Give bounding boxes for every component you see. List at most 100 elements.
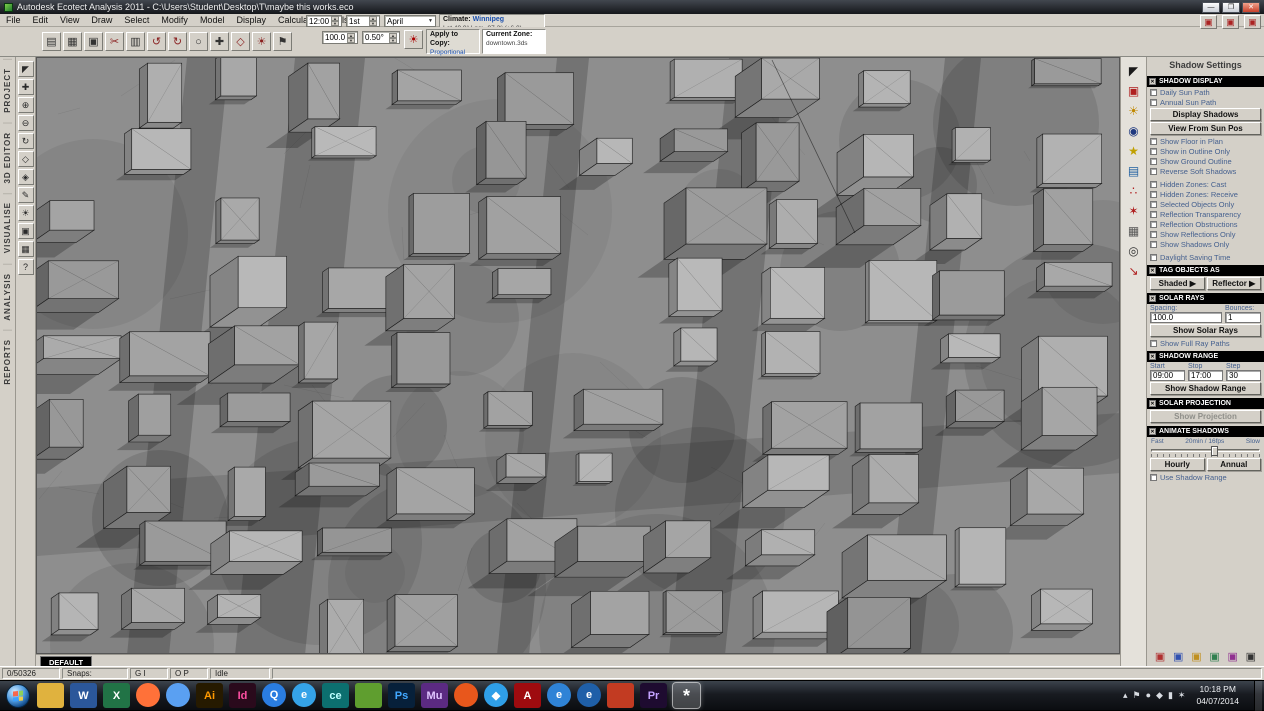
export-icon[interactable]: ↘ [1125, 262, 1143, 280]
orientation-icon[interactable]: ☀ [404, 30, 423, 49]
section-header-animate-shadows[interactable]: ✕ANIMATE SHADOWS [1147, 426, 1264, 437]
firefox-icon[interactable] [136, 683, 160, 707]
month-dropdown[interactable]: April ▼ [384, 15, 436, 27]
view-from-sun-icon[interactable]: ◉ [1125, 122, 1143, 140]
flag-icon[interactable]: ⚑ [273, 32, 292, 51]
section-header-shadow-range[interactable]: ✕SHADOW RANGE [1147, 351, 1264, 362]
start-input[interactable]: 09:00 [1150, 370, 1185, 381]
checkbox-daily-sun-path[interactable]: Daily Sun Path [1147, 87, 1264, 97]
viewport-3d[interactable] [36, 57, 1120, 654]
network-tray-icon[interactable]: ◆ [1156, 690, 1163, 701]
update-tray-icon[interactable]: ● [1146, 690, 1151, 701]
checkbox-annual-sun-path[interactable]: Annual Sun Path [1147, 97, 1264, 107]
select-tool[interactable]: ◤ [18, 61, 34, 77]
step-input[interactable]: 30 [1226, 370, 1261, 381]
checkbox-reverse-soft-shadows[interactable]: Reverse Soft Shadows [1147, 166, 1264, 176]
zoom-in-tool[interactable]: ⊕ [18, 97, 34, 113]
day-spinner[interactable]: ▲▼ [369, 16, 377, 26]
premiere-icon[interactable]: Pr [640, 683, 667, 708]
time-field[interactable]: 12:00 ▲▼ [306, 15, 342, 27]
pan-tool[interactable]: ✚ [18, 79, 34, 95]
anim-cube-6-icon[interactable]: ▣ [1243, 649, 1258, 664]
section-toggle-icon[interactable]: ✕ [1149, 353, 1156, 360]
anim-cube-1-icon[interactable]: ▣ [1153, 649, 1168, 664]
display-shadows-button[interactable]: Display Shadows [1150, 108, 1261, 121]
section-toggle-icon[interactable]: ✕ [1149, 295, 1156, 302]
photoshop-icon[interactable]: Ps [388, 683, 415, 708]
sidebar-tab-visualise[interactable]: VISUALISE [3, 193, 12, 261]
green-app-icon[interactable] [355, 683, 382, 708]
view-from-sun-pos-button[interactable]: View From Sun Pos [1150, 122, 1261, 135]
sidebar-tab-3d-editor[interactable]: 3D EDITOR [3, 123, 12, 192]
ie3-icon[interactable]: e [577, 683, 601, 707]
section-header-solar-projection[interactable]: ✕SOLAR PROJECTION [1147, 398, 1264, 409]
red-app-icon[interactable] [607, 683, 634, 708]
sun-path-icon[interactable]: ☀ [1125, 102, 1143, 120]
menu-edit[interactable]: Edit [27, 14, 55, 26]
ie2-icon[interactable]: e [547, 683, 571, 707]
checkbox-show-floor-in-plan[interactable]: Show Floor in Plan [1147, 136, 1264, 146]
quicktime-icon[interactable]: Q [262, 683, 286, 707]
print-icon[interactable]: ▣ [84, 32, 103, 51]
stop-input[interactable]: 17:00 [1188, 370, 1223, 381]
climate-value[interactable]: Winnipeg [473, 16, 504, 23]
anim-cube-4-icon[interactable]: ▣ [1207, 649, 1222, 664]
section-header-shadow-display[interactable]: ✕SHADOW DISPLAY [1147, 76, 1264, 87]
volume-tray-icon[interactable]: ▮ [1168, 690, 1173, 701]
shadow-display-icon[interactable]: ▣ [1125, 82, 1143, 100]
speed-slider[interactable] [1151, 445, 1260, 457]
checkbox-show-shadows-only[interactable]: Show Shadows Only [1147, 239, 1264, 249]
explorer-icon[interactable] [37, 683, 64, 708]
time-spinner[interactable]: ▲▼ [331, 16, 339, 26]
slider-thumb[interactable] [1211, 446, 1218, 456]
angle-spinner[interactable]: ▲▼ [389, 33, 397, 43]
rays-icon[interactable]: ✶ [1125, 202, 1143, 220]
illustrator-icon[interactable]: Ai [196, 683, 223, 708]
purple-app-icon[interactable]: Mu [421, 683, 448, 708]
redo-icon[interactable]: ↻ [168, 32, 187, 51]
section-toggle-icon[interactable]: ✕ [1149, 267, 1156, 274]
start-button[interactable] [6, 684, 30, 708]
indesign-icon[interactable]: Id [229, 683, 256, 708]
zone-cube-icon[interactable]: ▣ [1244, 15, 1261, 29]
apply-value[interactable]: Proportional [430, 49, 476, 57]
scatter-icon[interactable]: ∴ [1125, 182, 1143, 200]
sidebar-tab-project[interactable]: PROJECT [3, 59, 12, 121]
front-view-tool[interactable]: ◇ [18, 151, 34, 167]
grid-icon[interactable]: ▦ [1125, 222, 1143, 240]
sidebar-tab-reports[interactable]: REPORTS [3, 330, 12, 393]
checkbox-show-full-ray-paths[interactable]: Show Full Ray Paths [1147, 338, 1264, 348]
checkbox-use-shadow-range[interactable]: Use Shadow Range [1147, 472, 1264, 482]
show-hidden-icon[interactable]: ▴ [1123, 690, 1128, 701]
model-cube-icon[interactable]: ▣ [1222, 15, 1239, 29]
move-icon[interactable]: ✚ [210, 32, 229, 51]
checkbox-reflection-obstructions[interactable]: Reflection Obstructions [1147, 219, 1264, 229]
clock[interactable]: 10:18 PM 04/07/2014 [1190, 684, 1245, 706]
menu-draw[interactable]: Draw [85, 14, 118, 26]
rotate-icon[interactable]: ◇ [231, 32, 250, 51]
checkbox-show-in-outline-only[interactable]: Show in Outline Only [1147, 146, 1264, 156]
hourly-button[interactable]: Hourly [1150, 458, 1205, 471]
layers-icon[interactable]: ▤ [1125, 162, 1143, 180]
minimize-button[interactable]: — [1202, 2, 1220, 13]
show-solar-rays-button[interactable]: Show Solar Rays [1150, 324, 1261, 337]
checkbox-hidden-zones-receive[interactable]: Hidden Zones: Receive [1147, 189, 1264, 199]
sun-tool[interactable]: ☀ [18, 205, 34, 221]
day-field[interactable]: 1st ▲▼ [346, 15, 380, 27]
open-file-icon[interactable]: ▤ [42, 32, 61, 51]
checkbox-show-reflections-only[interactable]: Show Reflections Only [1147, 229, 1264, 239]
show-shadow-range-button[interactable]: Show Shadow Range [1150, 382, 1261, 395]
annual-button[interactable]: Annual [1207, 458, 1262, 471]
zone-value[interactable]: downtown.3ds [486, 40, 542, 48]
section-toggle-icon[interactable]: ✕ [1149, 428, 1156, 435]
grid-tool[interactable]: ▦ [18, 241, 34, 257]
menu-model[interactable]: Model [194, 14, 231, 26]
section-toggle-icon[interactable]: ✕ [1149, 78, 1156, 85]
undo-icon[interactable]: ↺ [147, 32, 166, 51]
reflector-button[interactable]: Reflector ▶ [1207, 277, 1262, 290]
orbit-tool[interactable]: ↻ [18, 133, 34, 149]
close-button[interactable]: ✕ [1242, 2, 1260, 13]
word-icon[interactable]: W [70, 683, 97, 708]
checkbox-selected-objects-only[interactable]: Selected Objects Only [1147, 199, 1264, 209]
zoom-out-tool[interactable]: ⊖ [18, 115, 34, 131]
